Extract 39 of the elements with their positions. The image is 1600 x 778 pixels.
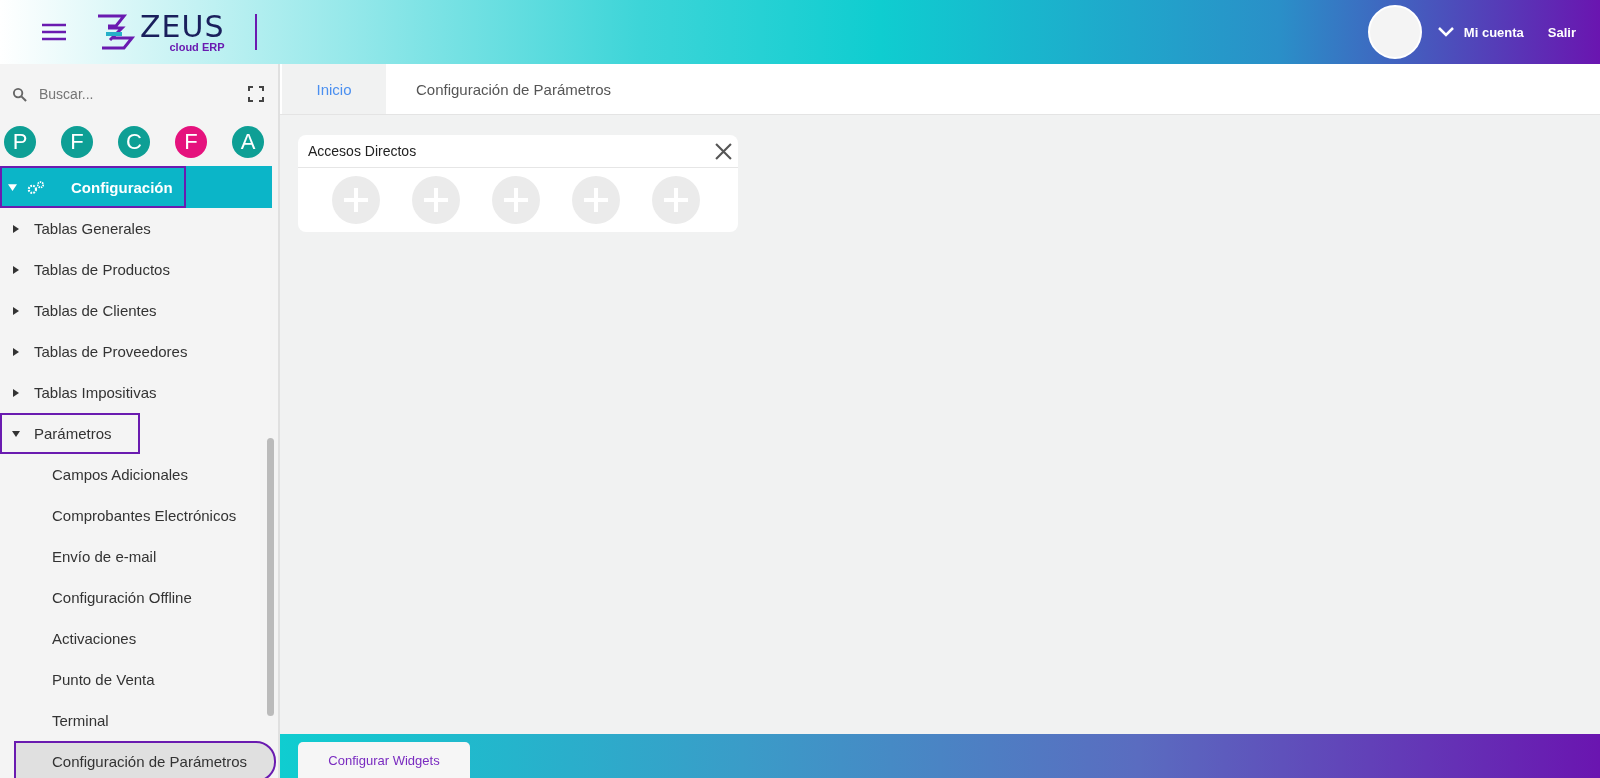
- logout-link[interactable]: Salir: [1547, 24, 1576, 40]
- logo-tagline: cloud ERP: [169, 41, 225, 53]
- chevron-down-icon[interactable]: [1437, 27, 1454, 37]
- shortcut-circle[interactable]: F: [175, 126, 207, 158]
- logo-name: ZEUS: [140, 11, 225, 42]
- caret-icon: [12, 429, 20, 438]
- widget-title: Accesos Directos: [308, 143, 417, 159]
- tab[interactable]: Configuración de Parámetros: [386, 64, 642, 114]
- caret-icon: [12, 224, 20, 233]
- scrollbar[interactable]: [267, 438, 274, 716]
- tree-subitem[interactable]: Configuración de Parámetros: [14, 741, 276, 778]
- tree-subitem[interactable]: Terminal: [0, 700, 266, 741]
- tree-subitem[interactable]: Activaciones: [0, 618, 266, 659]
- tree-subitem[interactable]: Punto de Venta: [0, 659, 266, 700]
- caret-icon: [12, 306, 20, 315]
- tree-item[interactable]: Tablas de Proveedores: [0, 331, 266, 372]
- logo-icon: [96, 14, 136, 50]
- avatar[interactable]: [1367, 5, 1422, 59]
- tree-item[interactable]: Parámetros: [0, 413, 140, 454]
- caret-icon: [12, 347, 20, 356]
- caret-icon: [12, 265, 20, 274]
- close-icon[interactable]: [715, 142, 732, 160]
- fullscreen-icon[interactable]: [248, 86, 264, 102]
- account-link[interactable]: Mi cuenta: [1463, 24, 1524, 40]
- tree-subitem[interactable]: Comprobantes Electrónicos: [0, 495, 266, 536]
- search-icon: [12, 86, 27, 102]
- caret-icon: [8, 182, 17, 192]
- menu-icon[interactable]: [42, 23, 66, 41]
- caret-icon: [12, 388, 20, 397]
- tree-subitem[interactable]: Campos Adicionales: [0, 454, 266, 495]
- tree-subitem[interactable]: Configuración Offline: [0, 577, 266, 618]
- tree-item[interactable]: Tablas Impositivas: [0, 372, 266, 413]
- tree-item[interactable]: Tablas Generales: [0, 208, 266, 249]
- gears-icon: [27, 179, 45, 195]
- configure-widgets-button[interactable]: Configurar Widgets: [298, 742, 470, 778]
- search-field[interactable]: Buscar...: [37, 85, 238, 103]
- tree-item[interactable]: Tablas de Clientes: [0, 290, 266, 331]
- tree-item[interactable]: Tablas de Productos: [0, 249, 266, 290]
- tree-subitem[interactable]: Envío de e-mail: [0, 536, 266, 577]
